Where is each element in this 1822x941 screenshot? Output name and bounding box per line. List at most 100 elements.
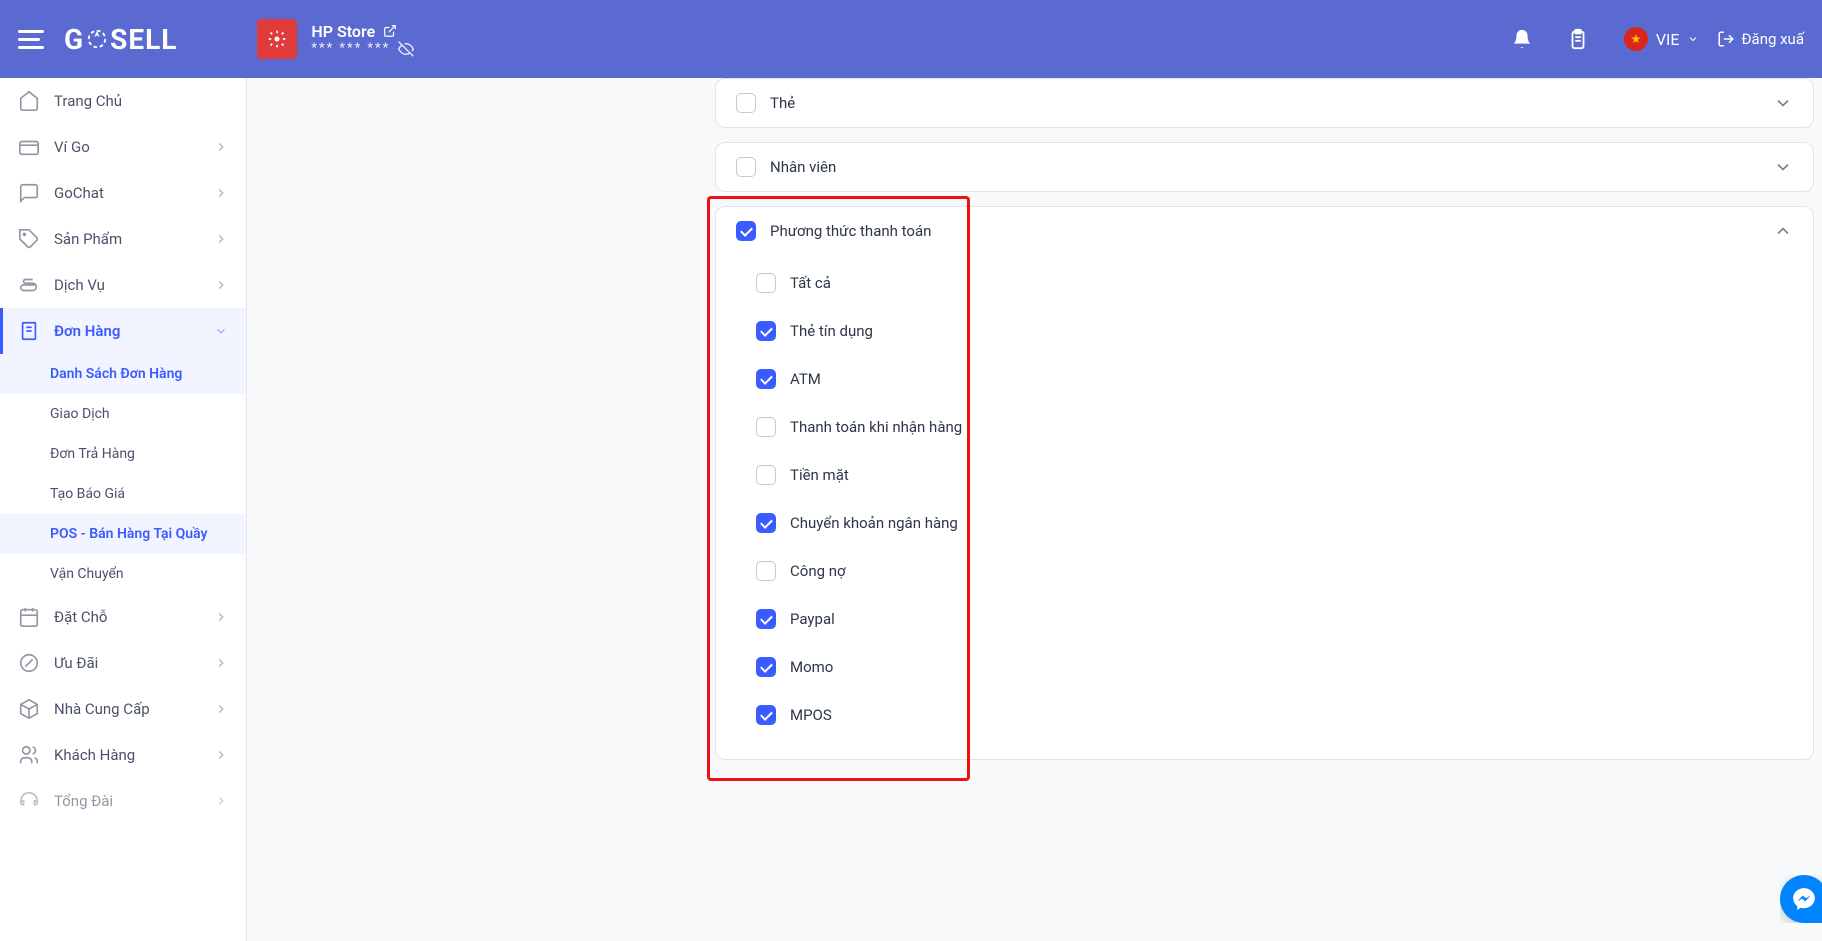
option-label: Tất cả (790, 274, 831, 292)
store-badge[interactable] (257, 19, 297, 59)
checkbox[interactable] (756, 657, 776, 677)
sidebar: Trang Chủ Ví Go GoChat Sản Phẩm Dịch Vụ (0, 78, 247, 941)
eye-off-icon[interactable] (398, 41, 414, 57)
store-info: HP Store *** *** *** (311, 22, 414, 57)
sidebar-sub-order-list[interactable]: Danh Sách Đơn Hàng (0, 354, 246, 394)
logout-text: Đăng xuấ (1741, 30, 1804, 48)
sidebar-item-label: Sản Phẩm (54, 230, 200, 248)
sidebar-sub-returns[interactable]: Đơn Trả Hàng (0, 434, 246, 474)
chevron-up-icon[interactable] (1773, 221, 1793, 241)
checkbox[interactable] (756, 417, 776, 437)
sidebar-item-products[interactable]: Sản Phẩm (0, 216, 246, 262)
option-label: Công nợ (790, 562, 846, 580)
checkbox-nhanvien[interactable] (736, 157, 756, 177)
sidebar-item-promotions[interactable]: Ưu Đãi (0, 640, 246, 686)
notifications-button[interactable] (1502, 19, 1542, 59)
external-link-icon[interactable] (383, 24, 397, 38)
logo[interactable]: G SELL (64, 23, 177, 56)
panel-nhanvien: Nhân viên (715, 142, 1814, 192)
discount-icon (18, 652, 40, 674)
checkbox[interactable] (756, 705, 776, 725)
chevron-down-icon[interactable] (1773, 93, 1793, 113)
checkbox[interactable] (756, 369, 776, 389)
payment-option-all[interactable]: Tất cả (756, 259, 1793, 307)
payment-option-cod[interactable]: Thanh toán khi nhận hàng (756, 403, 1793, 451)
messenger-chat-button[interactable] (1780, 875, 1822, 923)
sidebar-item-gochat[interactable]: GoChat (0, 170, 246, 216)
sidebar-item-label: Trang Chủ (54, 92, 228, 110)
sidebar-item-label: Giao Dịch (50, 406, 228, 422)
rocket-icon (86, 28, 108, 50)
sidebar-item-label: Khách Hàng (54, 746, 200, 764)
payment-option-mpos[interactable]: MPOS (756, 691, 1793, 739)
chevron-right-icon (214, 748, 228, 762)
checkbox-the[interactable] (736, 93, 756, 113)
hand-icon (18, 274, 40, 296)
chevron-right-icon (214, 702, 228, 716)
clipboard-icon (1567, 28, 1589, 50)
sidebar-item-label: Ưu Đãi (54, 654, 200, 672)
checkbox[interactable] (756, 513, 776, 533)
panel-payment-method: Phương thức thanh toán Tất cả Thẻ tín dụ… (715, 206, 1814, 760)
messenger-icon (1791, 886, 1817, 912)
option-label: Paypal (790, 610, 835, 628)
payment-option-debt[interactable]: Công nợ (756, 547, 1793, 595)
sidebar-item-supplier[interactable]: Nhà Cung Cấp (0, 686, 246, 732)
logo-text-1: G (64, 23, 84, 56)
sidebar-item-services[interactable]: Dịch Vụ (0, 262, 246, 308)
checkbox[interactable] (756, 321, 776, 341)
language-selector[interactable]: ★ VIE (1624, 27, 1700, 51)
option-label: Chuyển khoản ngân hàng (790, 514, 958, 532)
menu-toggle-button[interactable] (18, 23, 50, 55)
clipboard-button[interactable] (1558, 19, 1598, 59)
logout-button[interactable]: Đăng xuấ (1717, 30, 1804, 48)
option-label: Thẻ tín dụng (790, 322, 873, 340)
users-icon (18, 744, 40, 766)
option-label: MPOS (790, 706, 832, 724)
payment-option-creditcard[interactable]: Thẻ tín dụng (756, 307, 1793, 355)
sidebar-item-label: Tổng Đài (54, 792, 200, 810)
calendar-icon (18, 606, 40, 628)
chevron-right-icon (214, 278, 228, 292)
chevron-right-icon (214, 610, 228, 624)
main-content: Thẻ Nhân viên Phương thức thanh toán (247, 78, 1822, 941)
payment-option-paypal[interactable]: Paypal (756, 595, 1793, 643)
chevron-down-icon[interactable] (1773, 157, 1793, 177)
option-label: Momo (790, 658, 833, 676)
option-label: ATM (790, 370, 821, 388)
sidebar-item-orders[interactable]: Đơn Hàng (0, 308, 246, 354)
sidebar-item-booking[interactable]: Đặt Chỗ (0, 594, 246, 640)
checkbox[interactable] (756, 561, 776, 581)
payment-option-momo[interactable]: Momo (756, 643, 1793, 691)
store-stars-text: *** *** *** (311, 41, 390, 56)
sidebar-item-home[interactable]: Trang Chủ (0, 78, 246, 124)
payment-option-atm[interactable]: ATM (756, 355, 1793, 403)
sidebar-sub-transactions[interactable]: Giao Dịch (0, 394, 246, 434)
logout-icon (1717, 30, 1735, 48)
payment-options-list: Tất cả Thẻ tín dụng ATM Thanh toán khi n… (716, 255, 1813, 759)
checkbox-payment-method[interactable] (736, 221, 756, 241)
sidebar-item-customers[interactable]: Khách Hàng (0, 732, 246, 778)
sidebar-sub-pos[interactable]: POS - Bán Hàng Tại Quầy (0, 514, 246, 554)
header: G SELL HP Store *** *** *** ★ VIE (0, 0, 1822, 78)
tag-icon (18, 228, 40, 250)
checkbox[interactable] (756, 273, 776, 293)
sidebar-item-label: Đơn Trả Hàng (50, 446, 228, 462)
sidebar-item-label: Nhà Cung Cấp (54, 700, 200, 718)
sidebar-sub-shipping[interactable]: Vận Chuyển (0, 554, 246, 594)
checkbox[interactable] (756, 465, 776, 485)
headset-icon (18, 790, 40, 812)
chevron-down-icon (1687, 33, 1699, 45)
sidebar-item-callcenter[interactable]: Tổng Đài (0, 778, 246, 824)
sidebar-item-wallet[interactable]: Ví Go (0, 124, 246, 170)
checkbox[interactable] (756, 609, 776, 629)
payment-option-cash[interactable]: Tiền mặt (756, 451, 1793, 499)
panel-the: Thẻ (715, 78, 1814, 128)
payment-option-banktransfer[interactable]: Chuyển khoản ngân hàng (756, 499, 1793, 547)
wallet-icon (18, 136, 40, 158)
sidebar-item-label: Dịch Vụ (54, 276, 200, 294)
option-label: Thanh toán khi nhận hàng (790, 418, 962, 436)
box-icon (18, 698, 40, 720)
sidebar-sub-quote[interactable]: Tạo Báo Giá (0, 474, 246, 514)
chat-icon (18, 182, 40, 204)
